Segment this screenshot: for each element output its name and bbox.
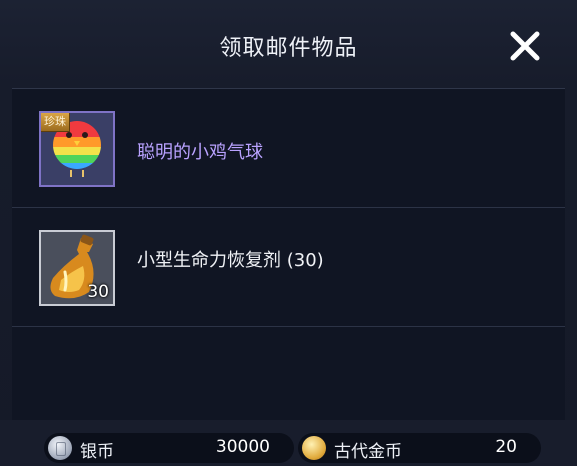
gold-coin-icon xyxy=(302,436,326,460)
currency-bar: 银币 30000 古代金币 20 xyxy=(0,420,577,466)
item-name: 聪明的小鸡气球 xyxy=(137,142,263,163)
silver-currency: 银币 30000 xyxy=(44,433,294,463)
ancient-gold-label: 古代金币 xyxy=(334,442,402,462)
list-item[interactable]: 30 小型生命力恢复剂 (30) xyxy=(12,208,565,327)
ancient-gold-currency: 古代金币 20 xyxy=(298,433,541,463)
silver-label: 银币 xyxy=(80,442,114,462)
item-slot[interactable]: 30 xyxy=(39,230,115,306)
silver-coin-icon xyxy=(48,436,72,460)
silver-value: 30000 xyxy=(215,437,270,457)
item-tag: 珍珠 xyxy=(41,113,70,132)
ancient-gold-value: 20 xyxy=(495,437,517,457)
dialog-header: 领取邮件物品 xyxy=(0,0,577,88)
close-icon[interactable] xyxy=(505,26,545,66)
item-quantity: 30 xyxy=(87,282,109,302)
mail-items-dialog: 领取邮件物品 珍珠 聪明的小鸡气球 30 小型生命力恢复剂 (30) 银币 30… xyxy=(0,0,577,466)
dialog-title: 领取邮件物品 xyxy=(219,36,358,61)
item-list: 珍珠 聪明的小鸡气球 30 小型生命力恢复剂 (30) xyxy=(12,88,565,421)
list-item[interactable]: 珍珠 聪明的小鸡气球 xyxy=(12,89,565,208)
item-slot[interactable]: 珍珠 xyxy=(39,111,115,187)
item-name: 小型生命力恢复剂 (30) xyxy=(137,250,324,271)
empty-row xyxy=(12,327,565,421)
